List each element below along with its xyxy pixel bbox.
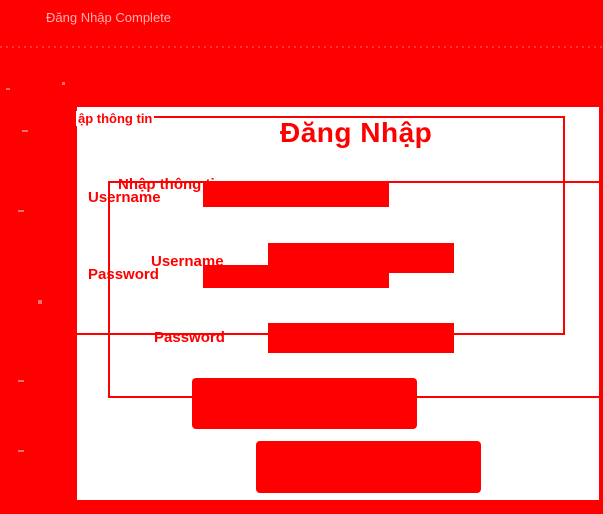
inner-password-label: Password — [154, 329, 225, 346]
client-top-border — [77, 104, 599, 107]
login-heading: Đăng Nhập — [280, 117, 433, 148]
left-strip-mark — [18, 210, 24, 212]
password-label: Password — [88, 266, 159, 283]
left-strip-mark — [38, 300, 42, 304]
left-strip-mark — [6, 88, 10, 90]
left-strip-mark — [18, 380, 24, 382]
username-field[interactable] — [203, 183, 389, 207]
window-title: Đăng Nhập Complete — [46, 10, 172, 25]
login-button[interactable] — [192, 378, 417, 429]
title-separator — [0, 46, 603, 48]
left-strip-mark — [62, 82, 65, 85]
inner-password-field[interactable] — [268, 323, 454, 353]
group-legend: ập thông tin — [76, 111, 155, 126]
username-label: Username — [88, 189, 161, 206]
group-frame-right — [563, 116, 565, 334]
left-strip-mark — [22, 130, 28, 132]
password-field[interactable] — [203, 265, 389, 288]
register-button[interactable] — [256, 441, 481, 493]
left-strip-mark — [18, 450, 24, 452]
inner-frame-left — [108, 181, 110, 398]
